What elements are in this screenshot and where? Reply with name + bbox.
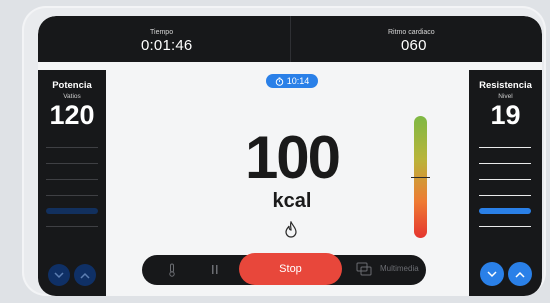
- interval-timer-value: 10:14: [286, 76, 310, 86]
- scale-line: [46, 226, 98, 227]
- multimedia-label[interactable]: Multimedia: [380, 264, 419, 273]
- chevron-down-icon: [54, 271, 64, 278]
- flame-icon: [285, 221, 297, 238]
- resistance-down-button[interactable]: [479, 262, 504, 286]
- resistance-panel: Resistencia Nivel 19: [469, 70, 542, 296]
- heart-rate-value: 060: [401, 37, 427, 54]
- power-up-button[interactable]: [74, 264, 96, 286]
- power-level-indicator: [46, 208, 98, 214]
- heart-rate-label: Ritmo cardiaco: [388, 29, 435, 36]
- stopwatch-icon: [275, 76, 283, 86]
- top-stats-bar: Tiempo 0:01:46 Ritmo cardiaco 060: [38, 16, 542, 62]
- power-value: 120: [49, 100, 95, 130]
- scale-line: [46, 195, 98, 196]
- scale-line: [479, 147, 531, 148]
- power-controls: [38, 264, 106, 286]
- power-unit: Vatios: [63, 93, 81, 100]
- scale-line: [479, 163, 531, 164]
- resistance-level-scale: [479, 147, 531, 242]
- power-level-scale: [46, 147, 98, 242]
- calories-unit: kcal: [272, 190, 312, 212]
- stop-button[interactable]: Stop: [239, 253, 342, 285]
- chevron-up-icon: [514, 271, 525, 278]
- resistance-controls: [469, 262, 542, 286]
- time-stat: Tiempo 0:01:46: [38, 16, 290, 62]
- time-label: Tiempo: [150, 29, 174, 36]
- chevron-down-icon: [486, 270, 497, 277]
- power-down-button[interactable]: [48, 264, 70, 286]
- scale-line: [46, 179, 98, 180]
- thermometer-icon[interactable]: [168, 263, 176, 280]
- scale-line: [46, 163, 98, 164]
- resistance-title: Resistencia: [479, 80, 532, 91]
- chevron-up-icon: [80, 272, 90, 279]
- scale-line: [479, 195, 531, 196]
- calories-value: 100: [244, 124, 341, 191]
- pause-icon[interactable]: [212, 265, 218, 277]
- time-value: 0:01:46: [141, 37, 193, 54]
- power-title: Potencia: [52, 80, 92, 91]
- heart-rate-stat: Ritmo cardiaco 060: [290, 16, 542, 62]
- scale-line: [479, 179, 531, 180]
- resistance-up-button[interactable]: [507, 262, 532, 286]
- intensity-gauge-marker: [411, 177, 430, 178]
- intensity-gauge: [411, 116, 430, 238]
- resistance-unit: Nivel: [498, 93, 513, 100]
- resistance-value: 19: [490, 100, 521, 130]
- scale-line: [479, 226, 531, 227]
- scale-line: [46, 147, 98, 148]
- media-icon[interactable]: [356, 262, 372, 279]
- interval-timer-chip: 10:14: [266, 74, 318, 88]
- resistance-level-indicator: [479, 208, 531, 214]
- power-panel: Potencia Vatios 120: [38, 70, 106, 296]
